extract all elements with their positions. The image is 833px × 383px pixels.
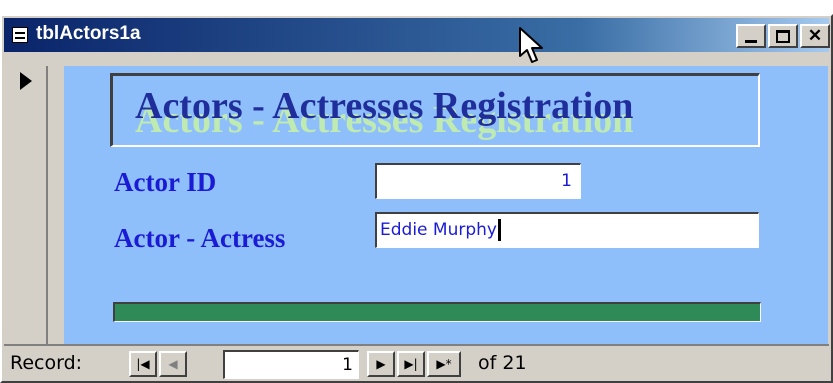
next-record-button[interactable]: ▶ bbox=[367, 351, 395, 377]
total-records: 21 bbox=[502, 352, 527, 374]
form-header-banner: Actors - Actresses Registration Actors -… bbox=[110, 73, 760, 147]
last-record-icon: ▶| bbox=[404, 357, 418, 371]
close-button[interactable]: ✕ bbox=[800, 24, 830, 48]
new-record-icon: ▶* bbox=[436, 357, 452, 371]
current-record-value: 1 bbox=[342, 355, 353, 375]
datasheet-icon[interactable] bbox=[12, 27, 28, 43]
minimize-icon bbox=[745, 39, 757, 43]
title-bar[interactable]: tblActors1a ✕ bbox=[4, 18, 830, 52]
actor-name-label: Actor - Actress bbox=[114, 223, 286, 253]
current-record-input[interactable]: 1 bbox=[223, 350, 359, 379]
actor-id-label: Actor ID bbox=[114, 167, 217, 197]
previous-record-button[interactable]: ◀ bbox=[159, 351, 187, 377]
record-label: Record: bbox=[10, 352, 83, 374]
form-window: tblActors1a ✕ Actors - Actresses Registr… bbox=[0, 14, 833, 383]
minimize-button[interactable] bbox=[736, 24, 766, 48]
actor-id-field[interactable]: 1 bbox=[375, 163, 581, 199]
first-record-button[interactable]: |◀ bbox=[129, 351, 157, 377]
window-title: tblActors1a bbox=[36, 23, 141, 44]
record-navigation-bar: Record: |◀ ◀ 1 ▶ ▶| ▶* of 21 bbox=[4, 344, 829, 381]
actor-name-field[interactable]: Eddie Murphy bbox=[375, 212, 759, 248]
first-record-icon: |◀ bbox=[136, 357, 150, 371]
actor-name-value: Eddie Murphy bbox=[380, 220, 497, 240]
previous-record-icon: ◀ bbox=[168, 357, 178, 371]
record-count: of 21 bbox=[478, 352, 527, 374]
text-caret bbox=[497, 219, 501, 241]
record-selector[interactable] bbox=[8, 66, 48, 353]
actor-id-value: 1 bbox=[561, 171, 572, 191]
last-record-button[interactable]: ▶| bbox=[397, 351, 425, 377]
status-bar bbox=[113, 302, 761, 322]
close-icon: ✕ bbox=[807, 26, 823, 45]
mouse-pointer-icon bbox=[519, 27, 543, 63]
of-label: of bbox=[478, 352, 497, 374]
maximize-icon bbox=[776, 29, 790, 43]
maximize-button[interactable] bbox=[768, 24, 798, 48]
form-detail-section: Actors - Actresses Registration Actors -… bbox=[64, 66, 828, 353]
current-record-arrow-icon bbox=[20, 72, 32, 90]
banner-title: Actors - Actresses Registration bbox=[135, 85, 634, 127]
next-record-icon: ▶ bbox=[376, 357, 386, 371]
new-record-button[interactable]: ▶* bbox=[427, 351, 461, 377]
